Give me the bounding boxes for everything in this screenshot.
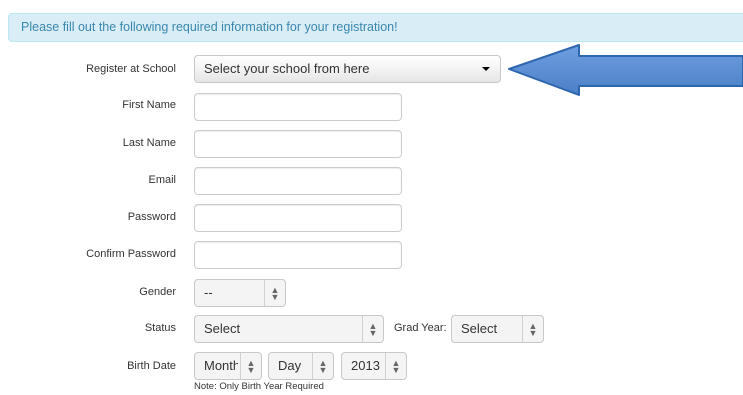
- updown-arrows-icon: ▲ ▼: [362, 316, 383, 342]
- dropdown-caret-icon: [482, 67, 490, 71]
- status-select-value: Select: [204, 321, 241, 336]
- email-label: Email: [148, 174, 176, 186]
- last-name-label: Last Name: [122, 137, 176, 149]
- status-label: Status: [144, 322, 176, 334]
- alert-text: Please fill out the following required i…: [21, 20, 398, 34]
- status-select[interactable]: Select ▲ ▼: [194, 315, 384, 343]
- birth-year-select[interactable]: 2013 ▲ ▼: [341, 352, 407, 380]
- password-label: Password: [127, 211, 176, 223]
- password-input[interactable]: [194, 204, 402, 232]
- info-alert: Please fill out the following required i…: [8, 13, 743, 42]
- confirm-password-label: Confirm Password: [86, 248, 176, 260]
- school-label: Register at School: [86, 63, 176, 75]
- birth-date-label: Birth Date: [127, 360, 176, 372]
- email-input[interactable]: [194, 167, 402, 195]
- birth-month-value: Month: [204, 358, 238, 373]
- birth-date-note: Note: Only Birth Year Required: [194, 381, 324, 392]
- last-name-input[interactable]: [194, 130, 402, 158]
- grad-year-select-value: Select: [461, 321, 498, 336]
- updown-arrows-icon: ▲ ▼: [240, 353, 261, 379]
- confirm-password-input[interactable]: [194, 241, 402, 269]
- grad-year-label: Grad Year:: [394, 322, 447, 334]
- updown-arrows-icon: ▲ ▼: [312, 353, 333, 379]
- updown-arrows-icon: ▲ ▼: [522, 316, 543, 342]
- birth-day-value: Day: [278, 358, 302, 373]
- grad-year-select[interactable]: Select ▲ ▼: [451, 315, 544, 343]
- birth-day-select[interactable]: Day ▲ ▼: [268, 352, 334, 380]
- school-select-value: Select your school from here: [204, 61, 370, 76]
- gender-select[interactable]: -- ▲ ▼: [194, 279, 286, 307]
- first-name-label: First Name: [122, 99, 176, 111]
- birth-month-select[interactable]: Month ▲ ▼: [194, 352, 262, 380]
- updown-arrows-icon: ▲ ▼: [264, 280, 285, 306]
- birth-year-value: 2013: [351, 358, 380, 373]
- school-select[interactable]: Select your school from here: [194, 55, 501, 83]
- left-arrow-pointer: [508, 44, 743, 96]
- first-name-input[interactable]: [194, 93, 402, 121]
- gender-select-value: --: [204, 285, 213, 300]
- gender-label: Gender: [139, 286, 176, 298]
- updown-arrows-icon: ▲ ▼: [385, 353, 406, 379]
